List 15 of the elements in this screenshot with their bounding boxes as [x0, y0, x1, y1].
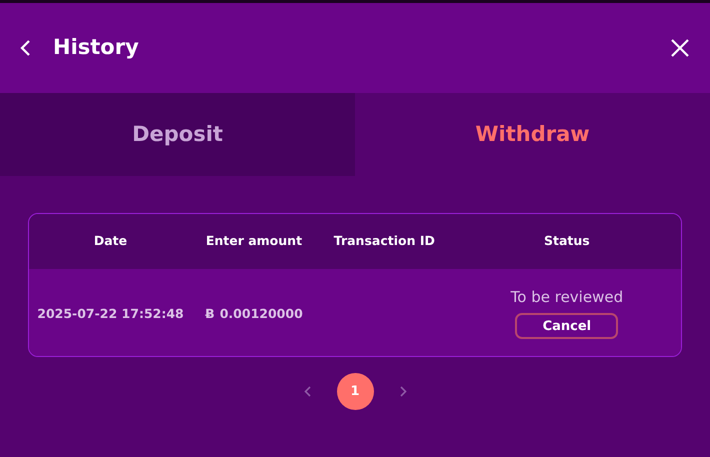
currency-symbol: Ƀ: [205, 306, 215, 320]
page-title: History: [53, 34, 139, 62]
tab[interactable]: Deposit: [0, 93, 355, 176]
status-text: To be reviewed: [510, 286, 624, 308]
amount-cell: 0.00120000: [220, 306, 303, 320]
previous-icon[interactable]: [304, 386, 310, 397]
close-icon[interactable]: [670, 38, 690, 58]
back-icon[interactable]: [20, 39, 31, 57]
next-icon[interactable]: [400, 386, 406, 397]
column-header: Status: [544, 233, 590, 248]
column-header: Date: [94, 233, 128, 248]
cancel-button[interactable]: Cancel: [515, 313, 618, 340]
column-header: Transaction ID: [334, 233, 435, 248]
column-header: Enter amount: [206, 233, 302, 248]
date-cell: 2025-07-22 17:52:48: [37, 306, 184, 320]
